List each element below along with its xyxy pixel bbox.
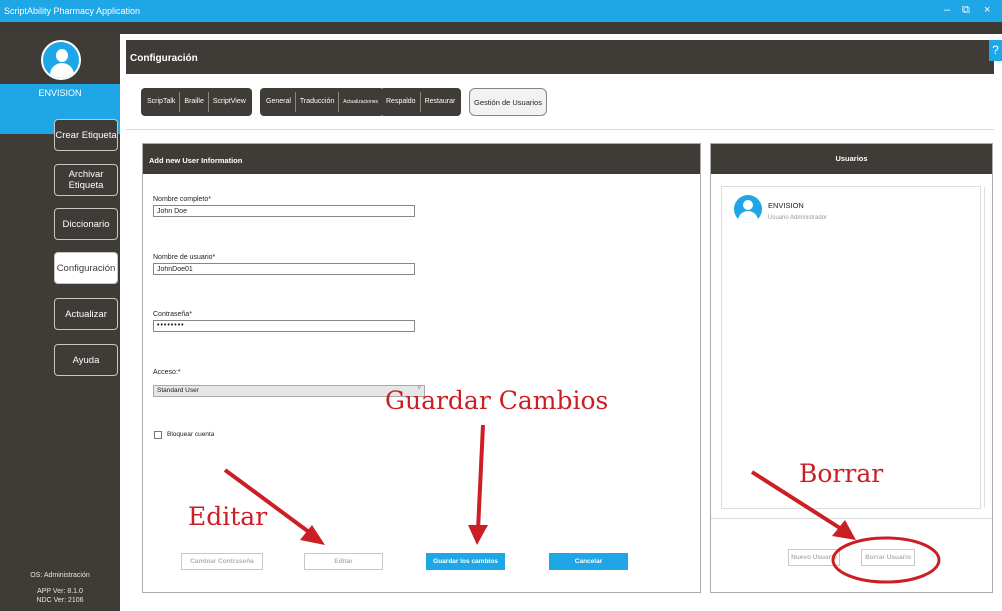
user-avatar-icon — [41, 40, 81, 80]
tab-bar — [126, 74, 994, 130]
edit-button[interactable]: Editar — [304, 553, 383, 570]
sidebar-item-actualizar[interactable]: Actualizar — [54, 298, 118, 330]
minimize-button[interactable]: – — [944, 4, 950, 16]
fullname-input[interactable] — [153, 205, 415, 217]
tab-actualizaciones[interactable]: Actualizaciones — [339, 92, 382, 112]
help-button[interactable]: ? — [989, 40, 1002, 61]
sidebar-item-configuracion[interactable]: Configuración — [54, 252, 118, 284]
os-label: OS: Administración — [30, 572, 90, 579]
app-version: APP Ver: 8.1.0 — [37, 588, 83, 595]
close-button[interactable]: × — [984, 4, 990, 16]
username-input[interactable] — [153, 263, 415, 275]
tab-braille[interactable]: Braille — [180, 92, 209, 112]
delete-user-button[interactable]: Borrar Usuario — [861, 549, 915, 566]
lock-account-checkbox[interactable] — [154, 431, 162, 439]
annotation-edit: Editar — [188, 502, 268, 531]
annotation-save: Guardar Cambios — [385, 386, 609, 415]
window-titlebar: ScriptAbility Pharmacy Application – ⧉ × — [0, 0, 1002, 22]
sidebar-item-ayuda[interactable]: Ayuda — [54, 344, 118, 376]
tab-general[interactable]: General — [262, 92, 296, 112]
tab-scriptalk[interactable]: ScripTalk — [143, 92, 181, 112]
access-select-value: Standard User — [157, 387, 199, 394]
new-user-button[interactable]: Nuevo Usuario — [788, 549, 840, 566]
users-panel: Usuarios ENVISION Usuario Administrador … — [710, 143, 993, 593]
ndc-version: NDC Ver: 2106 — [36, 597, 84, 604]
divider — [711, 518, 992, 519]
tab-group-respaldo: Respaldo Restaurar — [380, 88, 462, 116]
password-input[interactable]: •••••••• — [153, 320, 415, 332]
cancel-button[interactable]: Cancelar — [549, 553, 628, 570]
tab-scriptview[interactable]: ScriptView — [209, 92, 250, 112]
sidebar-item-crear-etiqueta[interactable]: Crear Etiqueta — [54, 119, 118, 151]
fullname-label: Nombre completo* — [153, 196, 211, 203]
page-header: Configuración — [126, 40, 994, 74]
user-avatar-icon — [734, 195, 762, 223]
sidebar: ENVISION Crear Etiqueta Archivar Etiquet… — [0, 34, 120, 611]
change-password-button[interactable]: Cambiar Contraseña — [181, 553, 263, 570]
lock-account-label: Bloquear cuenta — [167, 431, 215, 438]
username-label: Nombre de usuario* — [153, 254, 216, 261]
top-strip — [0, 22, 1002, 34]
tab-gestion-usuarios[interactable]: Gestión de Usuarios — [469, 88, 547, 116]
page-title: Configuración — [130, 53, 198, 64]
tab-restaurar[interactable]: Restaurar — [421, 92, 460, 112]
tab-traduccion[interactable]: Traducción — [296, 92, 340, 112]
sidebar-username: ENVISION — [38, 88, 82, 98]
window-title: ScriptAbility Pharmacy Application — [4, 6, 141, 16]
sidebar-item-archivar-etiqueta[interactable]: Archivar Etiqueta — [54, 164, 118, 196]
tab-respaldo[interactable]: Respaldo — [382, 92, 421, 112]
user-name: ENVISION — [768, 201, 804, 210]
tab-group-general: General Traducción Actualizaciones — [260, 88, 385, 116]
user-role: Usuario Administrador — [768, 215, 828, 221]
sidebar-item-diccionario[interactable]: Diccionario — [54, 208, 118, 240]
users-header: Usuarios — [711, 144, 992, 174]
password-label: Contraseña* — [153, 311, 192, 318]
save-button[interactable]: Guardar los cambios — [426, 553, 505, 570]
form-header: Add new User Information — [143, 144, 700, 174]
annotation-delete: Borrar — [799, 459, 884, 488]
tab-group-scriptalk: ScripTalk Braille ScriptView — [141, 88, 252, 116]
restore-button[interactable]: ⧉ — [962, 4, 970, 17]
access-label: Acceso:* — [153, 369, 181, 376]
users-scrollbar[interactable] — [984, 187, 985, 508]
